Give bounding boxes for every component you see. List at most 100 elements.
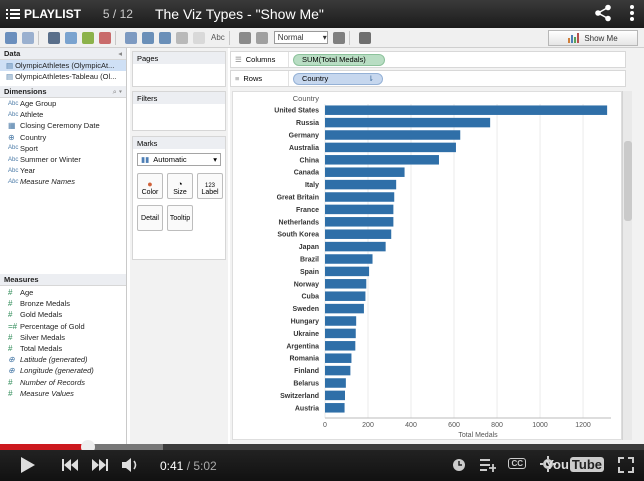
forward-icon[interactable] — [22, 31, 34, 44]
dimension-field[interactable]: Abc Age Group — [0, 98, 126, 109]
size-button[interactable]: ◔ Size — [167, 173, 193, 199]
captions-button[interactable]: CC — [508, 458, 526, 469]
measure-field[interactable]: # Measure Values — [0, 388, 126, 399]
pages-shelf[interactable]: Pages — [132, 51, 226, 87]
bar[interactable] — [325, 378, 346, 388]
measure-field[interactable]: ⊕ Latitude (generated) — [0, 354, 126, 365]
bar[interactable] — [325, 241, 386, 252]
dimension-field[interactable]: Abc Sport — [0, 143, 126, 154]
play-icon[interactable] — [20, 456, 36, 474]
rows-pill[interactable]: Country ⇂ — [293, 72, 383, 85]
dimension-field[interactable]: Abc Summer or Winter — [0, 154, 126, 165]
fix-axes-icon[interactable] — [332, 31, 345, 44]
dimension-field[interactable]: Abc Measure Names — [0, 176, 126, 187]
mark-type-select[interactable]: ▮▮ Automatic ▾ — [137, 153, 221, 166]
video-title[interactable]: The Viz Types - "Show Me" — [155, 6, 324, 22]
more-options-icon[interactable] — [628, 4, 636, 22]
bar[interactable] — [325, 167, 405, 177]
measure-field[interactable]: # Number of Records — [0, 377, 126, 388]
fit-icon[interactable] — [255, 31, 268, 44]
bar[interactable] — [325, 279, 367, 289]
vertical-scrollbar[interactable] — [622, 91, 632, 440]
x-tick-label: 600 — [448, 422, 460, 429]
bar[interactable] — [325, 117, 491, 128]
share-icon[interactable] — [594, 4, 612, 22]
bar[interactable] — [325, 316, 357, 326]
new-datasource-icon[interactable] — [65, 31, 77, 44]
bar[interactable] — [325, 142, 456, 153]
sort-ascending-icon[interactable] — [142, 31, 154, 44]
data-source-item[interactable]: ▤ OlympicAthletes-Tableau (Ol... — [0, 71, 126, 82]
collapse-icon[interactable]: ◂ — [118, 49, 122, 58]
bar[interactable] — [325, 217, 394, 227]
watch-later-icon[interactable] — [452, 458, 466, 472]
bar[interactable] — [325, 341, 356, 351]
youtube-logo[interactable]: You Tube — [545, 457, 604, 472]
volume-icon[interactable] — [122, 457, 140, 473]
fullscreen-icon[interactable] — [618, 457, 634, 473]
show-me-button[interactable]: Show Me — [548, 30, 638, 46]
find-field-icon[interactable]: ⌕ ▾ — [113, 87, 122, 97]
scrollbar-thumb[interactable] — [624, 141, 632, 221]
rows-shelf[interactable]: ≡ Rows Country ⇂ — [230, 70, 626, 87]
bar[interactable] — [325, 254, 373, 264]
show-me-label: Show Me — [584, 33, 618, 43]
bar[interactable] — [325, 192, 395, 202]
bar[interactable] — [325, 353, 352, 363]
columns-pill[interactable]: SUM(Total Medals) — [293, 53, 385, 66]
bar[interactable] — [325, 229, 392, 239]
color-button[interactable]: ● Color — [137, 173, 163, 199]
bar[interactable] — [325, 303, 364, 314]
show-labels-button[interactable]: Abc — [211, 33, 225, 42]
clear-sheet-icon[interactable] — [99, 31, 111, 44]
label-button[interactable]: 123 Label — [197, 173, 223, 199]
detail-button[interactable]: Detail — [137, 205, 163, 231]
add-to-playlist-icon[interactable] — [480, 458, 496, 472]
measure-field[interactable]: # Age — [0, 287, 126, 298]
measure-field[interactable]: # Gold Medals — [0, 309, 126, 320]
measure-field[interactable]: ⊕ Longitude (generated) — [0, 365, 126, 376]
previous-icon[interactable] — [62, 458, 78, 472]
dimension-field[interactable]: ⊕ Country — [0, 132, 126, 143]
bar[interactable] — [325, 390, 345, 401]
viz-view[interactable]: Country United States Russia Germany Austral… — [232, 91, 622, 440]
filters-shelf[interactable]: Filters — [132, 91, 226, 131]
sort-descending-icon[interactable] — [159, 31, 171, 44]
next-icon[interactable] — [92, 458, 108, 472]
bar[interactable] — [325, 291, 366, 301]
save-icon[interactable] — [48, 31, 60, 44]
dimension-field[interactable]: ▦ Closing Ceremony Date — [0, 120, 126, 131]
bar[interactable] — [325, 365, 351, 376]
dimension-field[interactable]: Abc Athlete — [0, 109, 126, 120]
bar[interactable] — [325, 403, 345, 413]
bar[interactable] — [325, 204, 394, 215]
columns-shelf[interactable]: ☰ Columns SUM(Total Medals) — [230, 51, 626, 68]
bar[interactable] — [325, 105, 608, 115]
measure-field[interactable]: # Bronze Medals — [0, 298, 126, 309]
swap-axes-icon[interactable] — [125, 31, 137, 44]
pen-icon[interactable] — [358, 31, 371, 44]
presentation-mode-icon[interactable] — [238, 31, 251, 44]
playlist-label[interactable]: PLAYLIST — [24, 7, 81, 21]
highlight-icon[interactable] — [193, 31, 205, 44]
color-label: Color — [141, 189, 159, 196]
playlist-button[interactable]: PLAYLIST — [0, 0, 87, 28]
bar[interactable] — [325, 328, 356, 339]
measure-field[interactable]: # Silver Medals — [0, 332, 126, 343]
dimensions-list: Abc Age Group Abc Athlete ▦ Closing Ceremony … — [0, 98, 126, 188]
bar[interactable] — [325, 179, 397, 190]
rows-shelf-label: ≡ Rows — [231, 71, 289, 86]
bar[interactable] — [325, 130, 461, 140]
measure-field[interactable]: =# Percentage of Gold — [0, 321, 126, 332]
group-icon[interactable] — [176, 31, 188, 44]
bar-chart[interactable]: Country United States Russia Germany Austral… — [233, 92, 622, 440]
new-worksheet-icon[interactable] — [82, 31, 94, 44]
dimension-field[interactable]: Abc Year — [0, 165, 126, 176]
back-icon[interactable] — [5, 31, 17, 44]
data-source-item[interactable]: ▤ OlympicAthletes (OlympicAt... — [0, 60, 126, 71]
tooltip-button[interactable]: Tooltip — [167, 205, 193, 231]
fit-select[interactable]: Normal ▾ — [273, 31, 328, 44]
measure-field[interactable]: # Total Medals — [0, 343, 126, 354]
bar[interactable] — [325, 155, 439, 165]
bar[interactable] — [325, 266, 370, 277]
